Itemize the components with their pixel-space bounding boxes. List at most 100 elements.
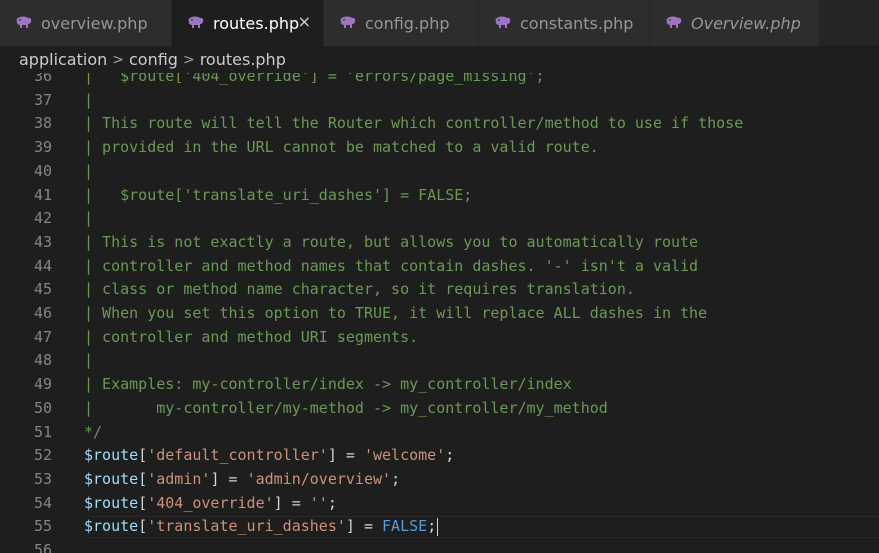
code-token: | controller and method names that conta… bbox=[84, 256, 699, 275]
tab-label: overview.php bbox=[41, 13, 148, 33]
text-cursor bbox=[437, 517, 439, 536]
code-token: $route bbox=[84, 517, 139, 536]
php-elephant-icon bbox=[494, 16, 512, 30]
line-number: 52 bbox=[33, 446, 52, 465]
line-number: 42 bbox=[33, 209, 52, 228]
tab-config-php[interactable]: config.php bbox=[324, 0, 479, 46]
code-token: | bbox=[84, 90, 94, 109]
code-token: | This is not exactly a route, but allow… bbox=[84, 232, 699, 251]
line-number: 56 bbox=[33, 541, 52, 553]
tab-constants-php[interactable]: constants.php bbox=[479, 0, 650, 46]
code-text: */ bbox=[84, 421, 102, 445]
breadcrumb-item[interactable]: config bbox=[129, 50, 178, 69]
code-token: [ bbox=[138, 493, 148, 512]
code-text: | controller and method names that conta… bbox=[84, 255, 698, 279]
php-elephant-icon bbox=[15, 16, 33, 30]
code-line: 44 | controller and method names that con… bbox=[0, 255, 879, 279]
chevron-right-icon: > bbox=[182, 51, 195, 68]
code-line: 36 | $route['404_override'] = 'errors/pag… bbox=[0, 73, 879, 89]
tab-bar: overview.php routes.php × config.php constan… bbox=[0, 0, 879, 46]
code-token: [ bbox=[138, 469, 148, 488]
code-text: | When you set this option to TRUE, it w… bbox=[84, 302, 707, 326]
code-token: */ bbox=[84, 422, 103, 441]
line-number: 48 bbox=[33, 351, 52, 370]
code-line: 54 $route['404_override'] = ''; bbox=[0, 492, 879, 516]
code-line: 39 | provided in the URL cannot be matche… bbox=[0, 136, 879, 160]
line-number: 51 bbox=[33, 422, 52, 441]
code-token: '404_override' bbox=[147, 493, 274, 512]
tab-label: config.php bbox=[365, 13, 450, 33]
code-token: ] = bbox=[345, 517, 383, 536]
code-token: '' bbox=[309, 493, 328, 512]
code-token: ; bbox=[445, 446, 455, 465]
code-line: 49 | Examples: my-controller/index -> my_… bbox=[0, 373, 879, 397]
code-token: ; bbox=[391, 469, 401, 488]
code-text: | $route['404_override'] = 'errors/page_… bbox=[84, 73, 545, 89]
code-text: | This route will tell the Router which … bbox=[84, 112, 743, 136]
line-number: 47 bbox=[33, 327, 52, 346]
tab-label: constants.php bbox=[520, 13, 634, 33]
line-number: 45 bbox=[33, 280, 52, 299]
code-text: | controller and method URI segments. bbox=[84, 326, 418, 350]
code-line: 38 | This route will tell the Router whic… bbox=[0, 112, 879, 136]
code-text: | bbox=[84, 89, 93, 113]
code-token: | my-controller/my-method -> my_controll… bbox=[84, 398, 608, 417]
code-line: 42 | bbox=[0, 207, 879, 231]
line-number: 43 bbox=[33, 232, 52, 251]
code-line: 52 $route['default_controller'] = 'welcom… bbox=[0, 444, 879, 468]
code-text: | Examples: my-controller/index -> my_co… bbox=[84, 373, 572, 397]
code-token: 'admin' bbox=[147, 469, 211, 488]
code-line: 43 | This is not exactly a route, but all… bbox=[0, 231, 879, 255]
code-line: 46 | When you set this option to TRUE, it… bbox=[0, 302, 879, 326]
tab-routes-php[interactable]: routes.php × bbox=[172, 0, 324, 46]
php-elephant-icon bbox=[339, 16, 357, 30]
code-token: $route bbox=[84, 446, 139, 465]
tab-label: routes.php bbox=[213, 13, 300, 33]
code-token: | $route['404_override'] = 'errors/page_… bbox=[84, 73, 545, 85]
line-number: 38 bbox=[33, 114, 52, 133]
code-token: $route bbox=[84, 493, 139, 512]
code-text: | class or method name character, so it … bbox=[84, 278, 635, 302]
breadcrumb-item[interactable]: routes.php bbox=[200, 50, 286, 69]
code-token: 'translate_uri_dashes' bbox=[147, 517, 346, 536]
line-number: 44 bbox=[33, 256, 52, 275]
php-elephant-icon bbox=[187, 16, 205, 30]
code-text: | bbox=[84, 160, 93, 184]
code-text: $route['default_controller'] = 'welcome'… bbox=[84, 444, 454, 468]
tab-overview-php[interactable]: overview.php bbox=[0, 0, 172, 46]
line-number: 37 bbox=[33, 90, 52, 109]
code-line: 51 */ bbox=[0, 421, 879, 445]
chevron-right-icon: > bbox=[112, 51, 124, 68]
line-number: 50 bbox=[33, 398, 52, 417]
code-line: 56 bbox=[0, 539, 879, 553]
code-text: | $route['translate_uri_dashes'] = FALSE… bbox=[84, 184, 472, 208]
code-token: $route bbox=[84, 469, 139, 488]
code-text: | This is not exactly a route, but allow… bbox=[84, 231, 698, 255]
code-token: ] = bbox=[273, 493, 310, 512]
line-number: 53 bbox=[33, 469, 52, 488]
code-token: 'default_controller' bbox=[147, 446, 328, 465]
code-token: | $route['translate_uri_dashes'] = FALSE… bbox=[84, 185, 473, 204]
code-text: $route['admin'] = 'admin/overview'; bbox=[84, 468, 400, 492]
line-number: 55 bbox=[33, 517, 52, 536]
code-token: | provided in the URL cannot be matched … bbox=[84, 138, 599, 157]
code-token: ; bbox=[327, 493, 337, 512]
code-token: | When you set this option to TRUE, it w… bbox=[84, 304, 708, 322]
code-token: | Examples: my-controller/index -> my_co… bbox=[84, 375, 572, 394]
breadcrumb: application > config > routes.php bbox=[0, 46, 879, 73]
code-editor[interactable]: 36 | $route['404_override'] = 'errors/pag… bbox=[0, 73, 879, 553]
code-token: | This route will tell the Router which … bbox=[84, 114, 744, 133]
code-text: | provided in the URL cannot be matched … bbox=[84, 136, 599, 160]
code-line: 48 | bbox=[0, 349, 879, 373]
tab-overview-php[interactable]: Overview.php bbox=[650, 0, 820, 46]
code-token: [ bbox=[138, 517, 148, 536]
code-token: 'admin/overview' bbox=[246, 469, 392, 488]
line-number: 46 bbox=[33, 304, 52, 322]
code-line: 41 | $route['translate_uri_dashes'] = FAL… bbox=[0, 184, 879, 208]
breadcrumb-item[interactable]: application bbox=[19, 50, 107, 69]
close-tab-icon[interactable]: × bbox=[298, 14, 311, 30]
code-line: 40 | bbox=[0, 160, 879, 184]
code-token: ] = bbox=[327, 446, 364, 465]
code-token: FALSE bbox=[382, 517, 428, 536]
line-number: 40 bbox=[33, 161, 52, 180]
